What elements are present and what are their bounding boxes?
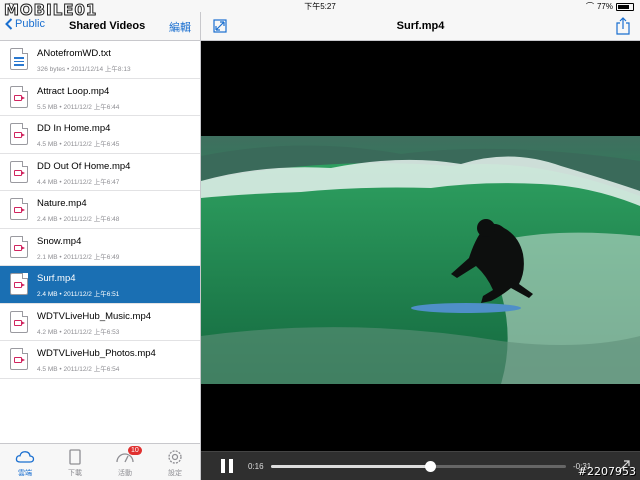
watermark-logo: MOBILE01 xyxy=(3,1,98,20)
share-icon[interactable] xyxy=(616,17,630,35)
edit-button[interactable]: 編輯 xyxy=(169,19,191,35)
file-row[interactable]: WDTVLiveHub_Music.mp4 4.2 MB • 2011/12/2 … xyxy=(0,304,200,341)
file-row[interactable]: Snow.mp4 2.1 MB • 2011/12/2 上午6:49 xyxy=(0,229,200,266)
playback-controls: 0:16 -0:31 xyxy=(201,451,640,480)
text-file-icon xyxy=(10,48,28,70)
tab-settings-label: 設定 xyxy=(168,470,182,477)
back-button-label: Public xyxy=(15,18,45,30)
gear-icon xyxy=(168,450,182,464)
file-row[interactable]: Surf.mp4 2.4 MB • 2011/12/2 上午6:51 xyxy=(0,266,200,304)
file-name: Nature.mp4 xyxy=(37,198,87,209)
activity-badge: 10 xyxy=(128,446,142,455)
photo-id-watermark: #2207953 xyxy=(577,465,636,478)
sidebar-title: Shared Videos xyxy=(69,20,146,32)
file-meta: 4.2 MB • 2011/12/2 上午6:53 xyxy=(37,328,120,336)
video-file-icon xyxy=(10,198,28,220)
video-file-icon xyxy=(10,348,28,370)
tab-settings[interactable]: 設定 xyxy=(155,448,195,478)
file-name: WDTVLiveHub_Photos.mp4 xyxy=(37,348,156,359)
file-list: ANotefromWD.txt 326 bytes • 2011/12/14 上午… xyxy=(0,41,200,379)
pause-button[interactable] xyxy=(221,459,233,473)
tab-activity[interactable]: 10 活動 xyxy=(105,446,145,478)
file-row[interactable]: ANotefromWD.txt 326 bytes • 2011/12/14 上午… xyxy=(0,41,200,79)
seek-thumb[interactable] xyxy=(424,461,436,472)
tab-cloud-label: 雲端 xyxy=(18,470,32,477)
file-name: Snow.mp4 xyxy=(37,235,82,247)
file-meta: 4.5 MB • 2011/12/2 上午6:45 xyxy=(37,141,120,148)
pause-icon-bar xyxy=(229,459,233,473)
file-meta: 2.1 MB • 2011/12/2 上午6:49 xyxy=(37,253,120,261)
file-name: Attract Loop.mp4 xyxy=(37,85,110,97)
video-file-icon xyxy=(10,85,28,108)
elapsed-time: 0:16 xyxy=(248,462,264,471)
surfer-video-image xyxy=(201,136,640,384)
file-name: ANotefromWD.txt xyxy=(37,48,111,59)
player-title: Surf.mp4 xyxy=(396,20,445,32)
file-meta: 4.5 MB • 2011/12/2 上午6:54 xyxy=(37,366,120,373)
tab-activity-label: 活動 xyxy=(118,470,132,477)
lock-rotation-icon: ⌒ xyxy=(585,2,594,11)
file-meta: 326 bytes • 2011/12/14 上午8:13 xyxy=(37,66,131,73)
video-player-pane: Surf.mp4 0:16 -0:31 xyxy=(201,12,640,480)
chevron-left-icon xyxy=(5,18,13,30)
download-icon xyxy=(69,449,81,465)
battery-fill xyxy=(618,4,629,9)
cloud-icon xyxy=(15,451,35,463)
file-meta: 5.5 MB • 2011/12/2 上午6:44 xyxy=(37,103,120,111)
file-row[interactable]: DD In Home.mp4 4.5 MB • 2011/12/2 上午6:45 xyxy=(0,116,200,154)
file-meta: 2.4 MB • 2011/12/2 上午6:51 xyxy=(37,291,120,298)
tab-cloud[interactable]: 雲端 xyxy=(5,448,45,478)
video-file-icon xyxy=(10,160,28,183)
pause-icon xyxy=(221,459,225,473)
file-name: DD Out Of Home.mp4 xyxy=(37,160,131,172)
file-row[interactable]: Nature.mp4 2.4 MB • 2011/12/2 上午6:48 xyxy=(0,191,200,229)
seek-bar[interactable] xyxy=(271,461,566,472)
file-name: Surf.mp4 xyxy=(37,273,76,284)
tab-bar: 雲端 下載 10 活動 設定 xyxy=(0,443,200,480)
status-right: ⌒ 77% xyxy=(586,1,634,12)
tab-download[interactable]: 下載 xyxy=(55,448,95,478)
back-button[interactable]: Public xyxy=(5,18,45,30)
file-meta: 2.4 MB • 2011/12/2 上午6:48 xyxy=(37,216,120,223)
video-file-icon xyxy=(10,123,28,145)
video-file-icon xyxy=(10,310,28,333)
video-file-icon xyxy=(10,235,28,258)
file-row[interactable]: Attract Loop.mp4 5.5 MB • 2011/12/2 上午6:4… xyxy=(0,79,200,116)
file-name: DD In Home.mp4 xyxy=(37,123,111,134)
file-name: WDTVLiveHub_Music.mp4 xyxy=(37,310,152,322)
player-nav-bar: Surf.mp4 xyxy=(201,12,640,41)
file-meta: 4.4 MB • 2011/12/2 上午6:47 xyxy=(37,178,120,186)
battery-icon xyxy=(616,2,634,11)
seek-bar-played xyxy=(271,465,431,468)
tab-download-label: 下載 xyxy=(68,470,82,477)
sidebar: Public Shared Videos 編輯 ANotefromWD.txt 3… xyxy=(0,12,201,480)
battery-percent: 77% xyxy=(596,2,613,11)
file-row[interactable]: WDTVLiveHub_Photos.mp4 4.5 MB • 2011/12/2… xyxy=(0,341,200,379)
file-row[interactable]: DD Out Of Home.mp4 4.4 MB • 2011/12/2 上午6… xyxy=(0,154,200,191)
video-frame[interactable] xyxy=(201,136,640,384)
video-file-icon xyxy=(10,273,28,295)
